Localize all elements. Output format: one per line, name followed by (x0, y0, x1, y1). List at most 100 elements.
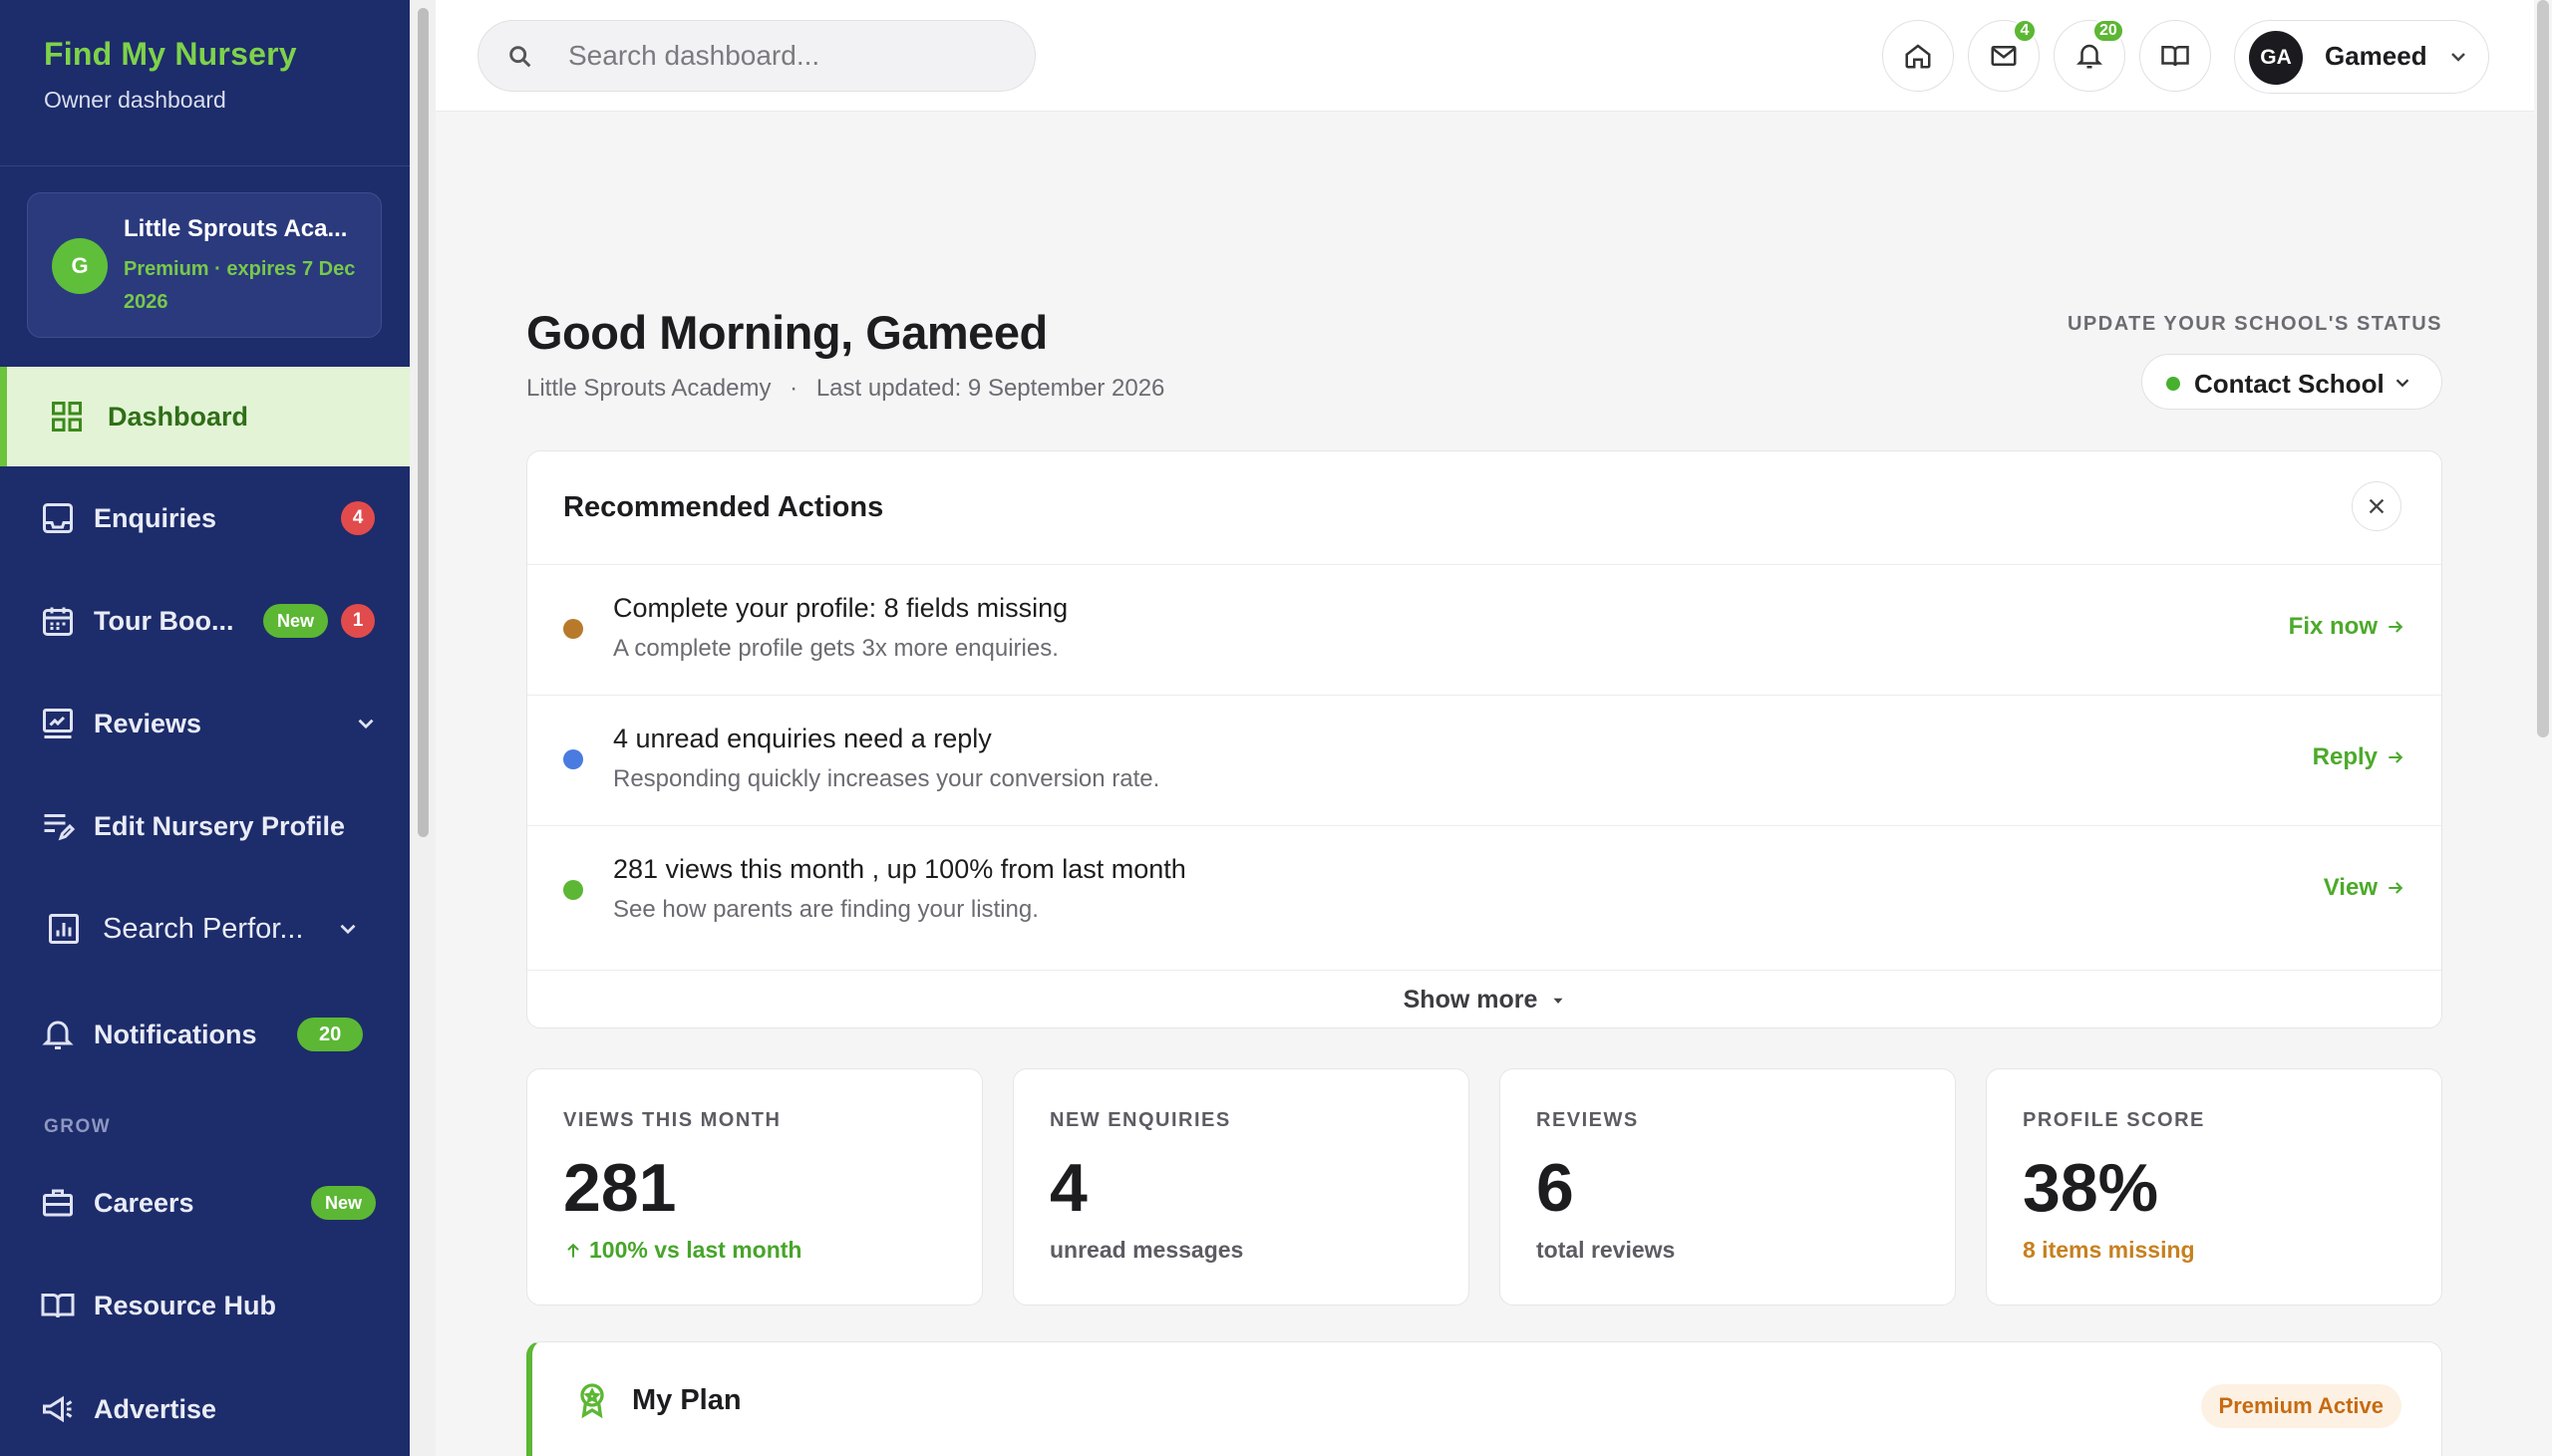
school-avatar: G (52, 238, 108, 294)
bell-icon (2075, 44, 2103, 69)
sidebar-item-label: Dashboard (108, 401, 249, 432)
stat-label: PROFILE SCORE (2023, 1109, 2205, 1131)
sidebar-item-careers[interactable]: Careers New (0, 1153, 410, 1253)
stat-card-enquiries[interactable]: NEW ENQUIRIES 4 unread messages (1013, 1068, 1469, 1306)
sidebar-item-notifications[interactable]: Notifications 20 (0, 985, 410, 1084)
bell-icon (42, 1020, 74, 1049)
stat-value: 281 (563, 1150, 677, 1226)
show-more-button[interactable]: Show more (527, 970, 2441, 1027)
brand-title: Find My Nursery (44, 36, 297, 72)
sidebar-item-label: Resource Hub (94, 1290, 277, 1320)
sidebar-item-label: Enquiries (94, 502, 217, 533)
notifications-count-badge: 20 (297, 1018, 364, 1051)
page-scrollbar[interactable] (2534, 0, 2552, 1456)
fix-now-link[interactable]: Fix now (2289, 613, 2405, 641)
user-menu[interactable]: GA Gameed (2234, 20, 2489, 94)
page-subtitle: Little Sprouts Academy · Last updated: 9… (526, 375, 1164, 403)
school-plan: Premium · expires 7 Dec 2026 (124, 258, 356, 313)
search-icon (509, 46, 531, 68)
recommended-actions-card: Recommended Actions Complete your profil… (526, 450, 2442, 1028)
notifications-badge: 20 (2092, 19, 2124, 43)
avatar: GA (2249, 31, 2303, 85)
sidebar-item-enquiries[interactable]: Enquiries 4 (0, 468, 410, 568)
chevron-down-icon (2451, 53, 2465, 62)
action-row-enquiries: 4 unread enquiries need a reply Respondi… (527, 695, 2441, 824)
reply-link[interactable]: Reply (2313, 743, 2405, 771)
sidebar-item-dashboard[interactable]: Dashboard (0, 367, 410, 466)
close-icon (2369, 498, 2385, 514)
messages-button[interactable]: 4 (1968, 19, 2040, 92)
section-label-grow: GROW (44, 1116, 112, 1137)
stat-label: VIEWS THIS MONTH (563, 1109, 782, 1131)
stat-foot: 8 items missing (2023, 1237, 2195, 1264)
sidebar-item-label: Notifications (94, 1019, 257, 1049)
stat-foot: unread messages (1050, 1237, 1243, 1264)
megaphone-icon (43, 1395, 73, 1423)
status-dot (563, 880, 583, 900)
book-icon (2161, 46, 2189, 67)
stat-foot: 100% vs last month (563, 1237, 801, 1264)
sidebar-item-reviews[interactable]: Reviews (0, 674, 410, 773)
enquiries-count-badge: 4 (341, 501, 375, 535)
status-label: UPDATE YOUR SCHOOL'S STATUS (2067, 313, 2442, 335)
action-subtitle: A complete profile gets 3x more enquirie… (613, 635, 1059, 662)
sidebar-item-edit-profile[interactable]: Edit Nursery Profile (0, 776, 410, 876)
sidebar-scrollbar[interactable] (410, 0, 436, 1456)
stat-card-views[interactable]: VIEWS THIS MONTH 281 100% vs last month (526, 1068, 983, 1306)
sidebar-item-resource-hub[interactable]: Resource Hub (0, 1256, 410, 1355)
brand[interactable]: Find My Nursery Owner dashboard (44, 36, 297, 114)
mail-icon (1991, 46, 2017, 66)
chevron-down-icon (340, 924, 356, 935)
sidebar-item-search-performance[interactable]: Search Perfor... (0, 879, 410, 979)
sidebar-item-label: Tour Boo... (94, 605, 234, 636)
show-more-label: Show more (1403, 986, 1538, 1014)
status-dot (563, 619, 583, 639)
search-input[interactable] (568, 21, 1007, 91)
stat-value: 6 (1536, 1150, 1574, 1226)
page-scrollbar-thumb[interactable] (2537, 0, 2549, 737)
separator: · (790, 375, 798, 402)
stat-foot-text: 8 items missing (2023, 1237, 2195, 1263)
sidebar-scrollbar-thumb[interactable] (418, 8, 429, 837)
stat-card-profile-score[interactable]: PROFILE SCORE 38% 8 items missing (1986, 1068, 2442, 1306)
sidebar-item-tour-bookings[interactable]: Tour Boo... New 1 (0, 571, 410, 671)
home-icon (1905, 44, 1931, 69)
link-label: Reply (2312, 743, 2378, 770)
sidebar: Find My Nursery Owner dashboard G Little… (0, 0, 410, 1456)
search-bar[interactable] (478, 20, 1036, 92)
my-plan-card: My Plan Premium Active (526, 1341, 2442, 1456)
resources-button[interactable] (2139, 20, 2211, 92)
notifications-button[interactable]: 20 (2054, 19, 2125, 92)
status-badge: Premium Active (2200, 1384, 2401, 1428)
stat-foot-text: 100% vs last month (589, 1237, 802, 1263)
messages-badge: 4 (2013, 19, 2037, 43)
inbox-icon (43, 503, 73, 533)
link-label: Fix now (2288, 613, 2378, 640)
new-badge: New (263, 604, 329, 638)
page-title: Good Morning, Gameed (526, 306, 1048, 359)
chart-icon (49, 914, 79, 944)
home-button[interactable] (1882, 20, 1954, 92)
last-updated: Last updated: 9 September 2026 (815, 375, 1165, 402)
action-title: Complete your profile: 8 fields missing (613, 593, 1069, 623)
sidebar-item-label: Careers (94, 1187, 194, 1218)
school-status-select[interactable]: Contact School (2141, 354, 2442, 410)
sidebar-item-advertise[interactable]: Advertise (0, 1359, 410, 1456)
stat-value: 38% (2023, 1150, 2159, 1226)
action-subtitle: Responding quickly increases your conver… (613, 765, 1160, 792)
grid-icon (52, 402, 82, 432)
close-button[interactable] (2352, 481, 2401, 531)
action-title: 281 views this month , up 100% from last… (613, 854, 1186, 884)
stat-value: 4 (1050, 1150, 1088, 1226)
status-dot (563, 749, 583, 769)
school-switcher[interactable]: G Little Sprouts Aca... Premium · expire… (27, 192, 382, 338)
status-value: Contact School (2194, 369, 2385, 399)
caret-down-icon (1553, 998, 1563, 1004)
view-link[interactable]: View (2324, 874, 2405, 902)
stat-card-reviews[interactable]: REVIEWS 6 total reviews (1499, 1068, 1956, 1306)
arrow-up-icon (567, 1243, 579, 1258)
action-row-profile: Complete your profile: 8 fields missing … (527, 564, 2441, 694)
action-subtitle: See how parents are finding your listing… (613, 896, 1039, 923)
book-icon (41, 1294, 75, 1318)
sidebar-item-label: Reviews (94, 708, 202, 738)
